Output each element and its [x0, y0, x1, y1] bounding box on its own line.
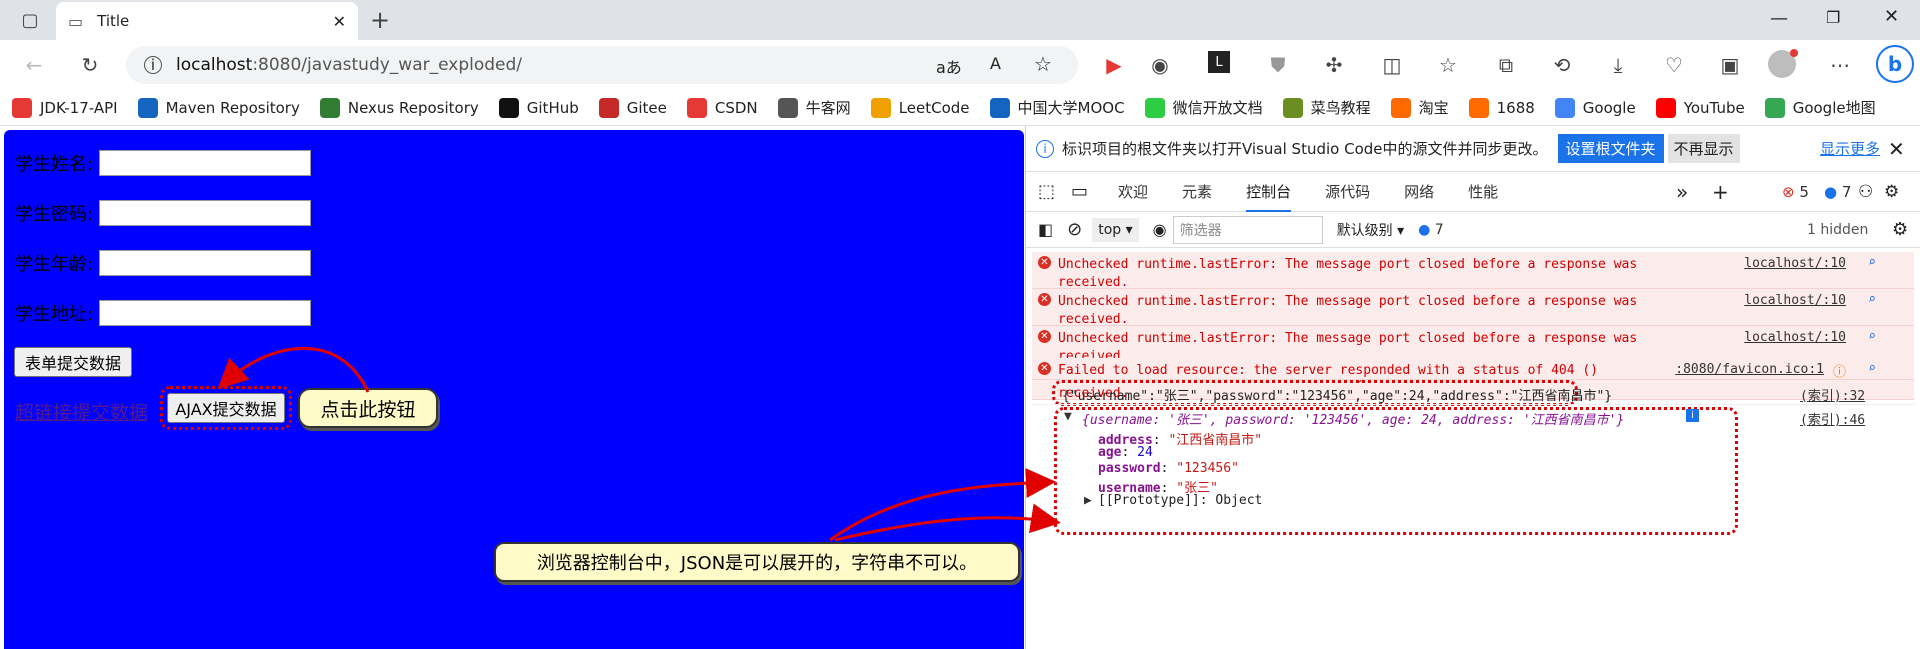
arrow-to-ajax [217, 346, 370, 393]
arrow-to-json-object [834, 503, 1061, 542]
arrow-to-json-string [829, 468, 1056, 542]
annotation-arrows [217, 346, 1061, 542]
